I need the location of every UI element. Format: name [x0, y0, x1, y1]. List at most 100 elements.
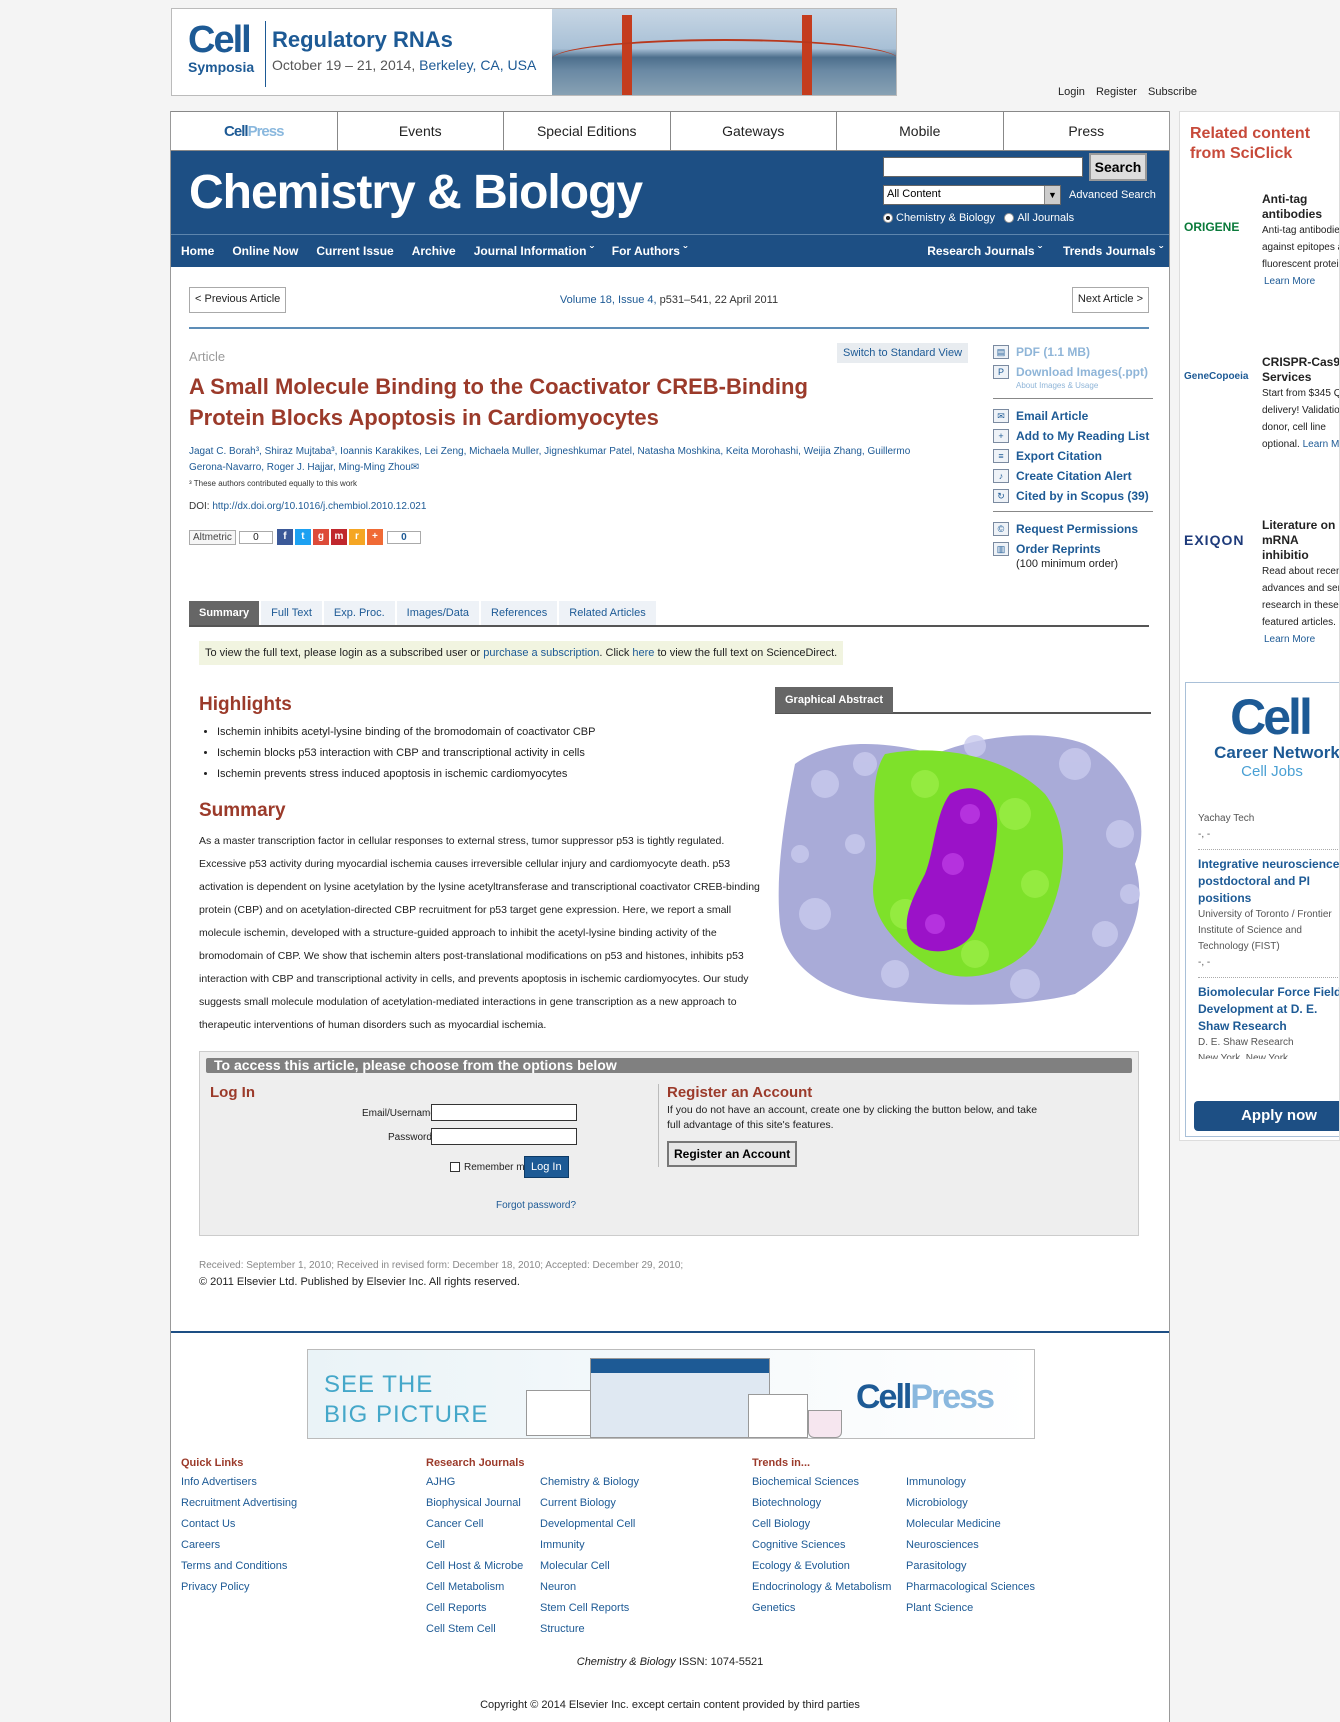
footer-link[interactable]: Privacy Policy	[181, 1577, 297, 1598]
footer-link[interactable]: Current Biology	[540, 1493, 639, 1514]
footer-link[interactable]: Molecular Medicine	[906, 1514, 1035, 1535]
nav-archive[interactable]: Archive	[412, 244, 456, 258]
footer-link[interactable]: Cell	[426, 1535, 540, 1556]
login-link[interactable]: Login	[1058, 86, 1085, 98]
footer-link[interactable]: Biotechnology	[752, 1493, 906, 1514]
download-images-link[interactable]: P Download Images(.ppt)	[993, 365, 1153, 379]
footer-link[interactable]: Structure	[540, 1619, 639, 1640]
footer-link[interactable]: Chemistry & Biology	[540, 1472, 639, 1493]
tab-related-articles[interactable]: Related Articles	[559, 601, 656, 625]
footer-link[interactable]: Parasitology	[906, 1556, 1035, 1577]
footer-link[interactable]: Immunology	[906, 1472, 1035, 1493]
tab-summary[interactable]: Summary	[189, 601, 260, 625]
email-article-link[interactable]: ✉ Email Article	[993, 409, 1153, 423]
nav-home[interactable]: Home	[181, 244, 214, 258]
author-list[interactable]: Jagat C. Borah³, Shiraz Mujtaba³, Ioanni…	[189, 444, 949, 476]
reading-list-link[interactable]: + Add to My Reading List	[993, 429, 1153, 443]
tab-cellpress[interactable]: CellPress	[171, 112, 338, 150]
share-plus-icon[interactable]: +	[366, 529, 383, 545]
remember-checkbox[interactable]	[450, 1162, 460, 1173]
footer-link[interactable]: Pharmacological Sciences	[906, 1577, 1035, 1598]
job-title-link[interactable]: Integrative neuroscience postdoctoral an…	[1198, 856, 1339, 907]
footer-link[interactable]: Careers	[181, 1535, 297, 1556]
tab-exp-proc[interactable]: Exp. Proc.	[323, 601, 395, 625]
login-button[interactable]: Log In	[524, 1156, 569, 1178]
footer-link[interactable]: Contact Us	[181, 1514, 297, 1535]
register-button[interactable]: Register an Account	[667, 1141, 798, 1167]
scopus-link[interactable]: ↻ Cited by in Scopus (39)	[993, 489, 1153, 503]
pdf-link[interactable]: ▤ PDF (1.1 MB)	[993, 345, 1153, 359]
cellpress-bottom-ad[interactable]: SEE THE BIG PICTURE CellPress	[307, 1349, 1035, 1439]
job-title-link[interactable]: Biomolecular Force Field Development at …	[1198, 984, 1339, 1035]
mendeley-icon[interactable]: m	[330, 529, 347, 545]
export-citation-link[interactable]: ≡ Export Citation	[993, 449, 1153, 463]
footer-link[interactable]: Biochemical Sciences	[752, 1472, 906, 1493]
footer-link[interactable]: Immunity	[540, 1535, 639, 1556]
nav-research-journals[interactable]: Research Journals ˇ	[927, 244, 1042, 258]
learn-more-link[interactable]: Learn More	[1303, 439, 1339, 450]
graphical-abstract-image[interactable]	[775, 724, 1151, 1006]
nav-trends-journals[interactable]: Trends Journals ˇ	[1063, 244, 1163, 258]
footer-link[interactable]: Recruitment Advertising	[181, 1493, 297, 1514]
tab-events[interactable]: Events	[338, 112, 504, 150]
learn-more-link[interactable]: Learn More	[1262, 631, 1339, 648]
tab-full-text[interactable]: Full Text	[261, 601, 322, 625]
tab-gateways[interactable]: Gateways	[671, 112, 837, 150]
learn-more-link[interactable]: Learn More	[1262, 273, 1339, 290]
footer-link[interactable]: Cell Stem Cell	[426, 1619, 540, 1640]
tab-special-editions[interactable]: Special Editions	[504, 112, 671, 150]
nav-journal-information[interactable]: Journal Information ˇ	[474, 244, 594, 258]
footer-link[interactable]: Info Advertisers	[181, 1472, 297, 1493]
register-link[interactable]: Register	[1096, 86, 1137, 98]
nav-current-issue[interactable]: Current Issue	[316, 244, 393, 258]
tab-press[interactable]: Press	[1004, 112, 1170, 150]
reprints-link[interactable]: ▥ Order Reprints	[993, 542, 1153, 556]
about-images-link[interactable]: About Images & Usage	[1016, 381, 1153, 390]
footer-link[interactable]: Neuron	[540, 1577, 639, 1598]
tab-references[interactable]: References	[481, 601, 558, 625]
footer-link[interactable]: Cell Reports	[426, 1598, 540, 1619]
footer-link[interactable]: Genetics	[752, 1598, 906, 1619]
search-button[interactable]: Search	[1089, 153, 1147, 181]
footer-link[interactable]: Endocrinology & Metabolism	[752, 1577, 906, 1598]
apply-now-button[interactable]: Apply now	[1194, 1101, 1339, 1131]
citation-alert-link[interactable]: ♪ Create Citation Alert	[993, 469, 1153, 483]
sciencedirect-link[interactable]: here	[632, 647, 654, 659]
footer-link[interactable]: Ecology & Evolution	[752, 1556, 906, 1577]
advanced-search-link[interactable]: Advanced Search	[1069, 189, 1156, 201]
footer-link[interactable]: Plant Science	[906, 1598, 1035, 1619]
permissions-link[interactable]: © Request Permissions	[993, 522, 1153, 536]
doi-link[interactable]: http://dx.doi.org/10.1016/j.chembiol.201…	[212, 501, 426, 512]
forgot-password-link[interactable]: Forgot password?	[496, 1200, 576, 1211]
footer-link[interactable]: Biophysical Journal	[426, 1493, 540, 1514]
footer-link[interactable]: Developmental Cell	[540, 1514, 639, 1535]
reddit-icon[interactable]: r	[348, 529, 365, 545]
footer-link[interactable]: Stem Cell Reports	[540, 1598, 639, 1619]
footer-link[interactable]: Neurosciences	[906, 1535, 1035, 1556]
footer-link[interactable]: Cognitive Sciences	[752, 1535, 906, 1556]
nav-for-authors[interactable]: For Authors ˇ	[612, 244, 688, 258]
journal-name[interactable]: Chemistry & Biology	[189, 165, 643, 220]
footer-link[interactable]: Molecular Cell	[540, 1556, 639, 1577]
footer-link[interactable]: AJHG	[426, 1472, 540, 1493]
subscribe-link[interactable]: Subscribe	[1148, 86, 1197, 98]
facebook-icon[interactable]: f	[276, 529, 293, 545]
footer-link[interactable]: Cell Metabolism	[426, 1577, 540, 1598]
footer-link[interactable]: Cell Host & Microbe	[426, 1556, 540, 1577]
switch-view-button[interactable]: Switch to Standard View	[837, 343, 969, 363]
altmetric-badge[interactable]: Altmetric	[189, 529, 236, 545]
footer-link[interactable]: Cancer Cell	[426, 1514, 540, 1535]
purchase-subscription-link[interactable]: purchase a subscription	[483, 647, 599, 659]
footer-link[interactable]: Cell Biology	[752, 1514, 906, 1535]
tab-mobile[interactable]: Mobile	[837, 112, 1004, 150]
footer-link[interactable]: Microbiology	[906, 1493, 1035, 1514]
footer-link[interactable]: Terms and Conditions	[181, 1556, 297, 1577]
radio-this-journal[interactable]	[883, 213, 893, 224]
nav-online-now[interactable]: Online Now	[232, 244, 298, 258]
symposium-banner-ad[interactable]: Cell Symposia Regulatory RNAs October 19…	[171, 8, 897, 96]
search-input[interactable]	[883, 157, 1083, 177]
volume-link[interactable]: Volume 18, Issue 4,	[560, 294, 657, 306]
radio-all-journals[interactable]	[1004, 213, 1015, 224]
tab-images-data[interactable]: Images/Data	[396, 601, 480, 625]
search-scope-select[interactable]: All Content ▼	[883, 185, 1061, 205]
